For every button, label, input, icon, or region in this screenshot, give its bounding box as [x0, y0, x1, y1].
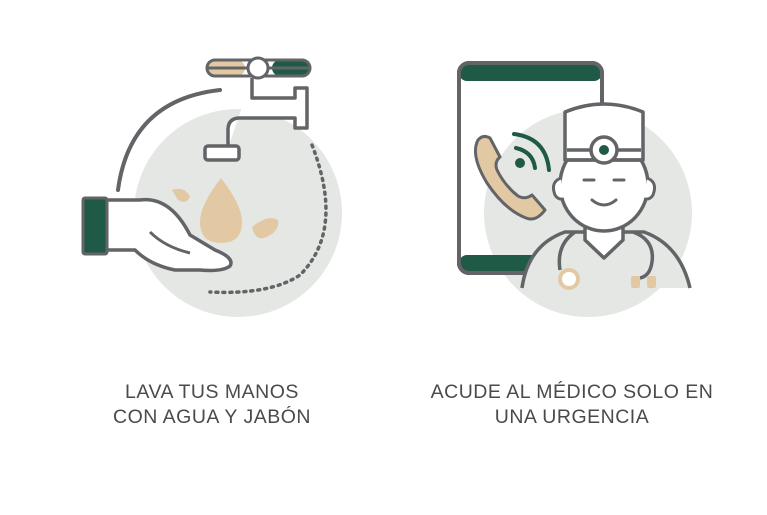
tip-card-handwash: LAVA TUS MANOS CON AGUA Y JABÓN: [52, 0, 372, 515]
tip-caption-line2: CON AGUA Y JABÓN: [112, 406, 311, 428]
tip-caption: LAVA TUS MANOS CON AGUA Y JABÓN: [52, 380, 372, 430]
tip-card-doctor: ACUDE AL MÉDICO SOLO EN UNA URGENCIA: [412, 0, 732, 515]
tip-caption-line1: ACUDE AL MÉDICO SOLO EN: [430, 381, 714, 403]
handwash-icon: [81, 56, 342, 317]
doctor-call-icon: [457, 61, 692, 317]
tip-caption-line2: UNA URGENCIA: [494, 406, 650, 428]
tip-caption-line1: LAVA TUS MANOS: [125, 381, 299, 403]
tip-caption: ACUDE AL MÉDICO SOLO EN UNA URGENCIA: [412, 380, 732, 430]
